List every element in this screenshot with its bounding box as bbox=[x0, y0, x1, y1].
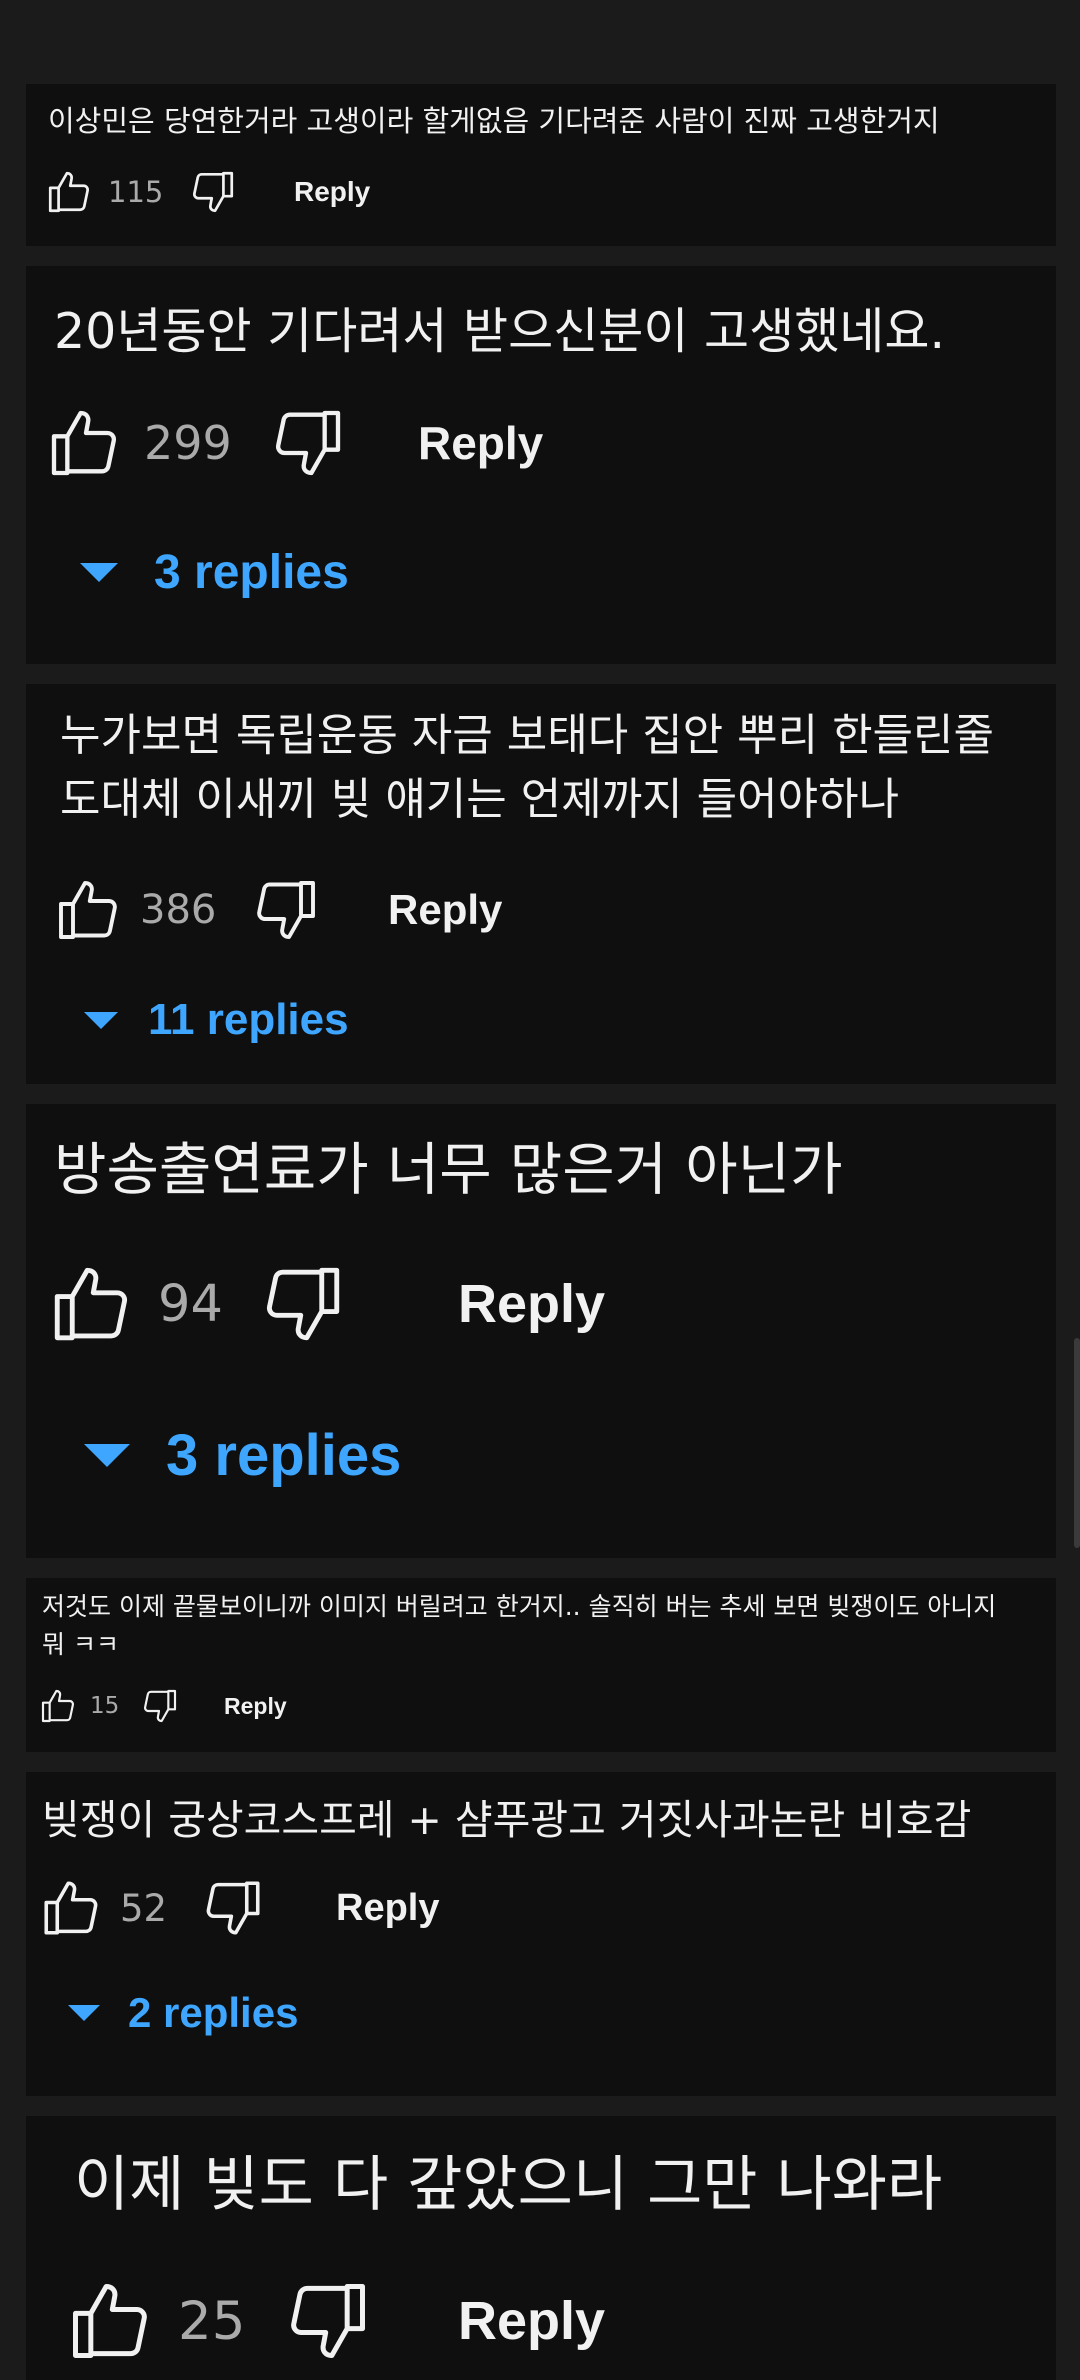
like-count: 25 bbox=[178, 2290, 246, 2352]
view-replies-button[interactable]: 3 replies bbox=[80, 542, 349, 602]
reply-button[interactable]: Reply bbox=[418, 416, 543, 470]
view-replies-button[interactable]: 2 replies bbox=[68, 1988, 298, 2038]
comment-card: 이상민은 당연한거라 고생이라 할게없음 기다려준 사람이 진짜 고생한거지 1… bbox=[26, 84, 1056, 246]
thumbs-up-icon[interactable] bbox=[46, 1259, 136, 1349]
comment-text: 방송출연료가 너무 많은거 아닌가 bbox=[54, 1137, 843, 1203]
comment-text: 20년동안 기다려서 받으신분이 고생했네요. bbox=[54, 303, 946, 360]
thumbs-up-icon[interactable] bbox=[52, 874, 124, 946]
reply-button[interactable]: Reply bbox=[458, 2290, 605, 2352]
thumbs-down-icon[interactable] bbox=[282, 2275, 374, 2367]
caret-down-icon bbox=[84, 1443, 130, 1467]
comment-card: 빚쟁이 궁상코스프레 + 샴푸광고 거짓사과논란 비호감 52 Reply 2 … bbox=[26, 1772, 1056, 2096]
thumbs-up-icon[interactable] bbox=[38, 1875, 104, 1941]
comment-text: 이제 빚도 다 갚았으니 그만 나와라 bbox=[74, 2150, 943, 2220]
reply-button[interactable]: Reply bbox=[388, 886, 502, 934]
reply-button[interactable]: Reply bbox=[224, 1693, 287, 1720]
like-count: 115 bbox=[108, 175, 164, 209]
scrollbar[interactable] bbox=[1074, 1338, 1080, 1548]
replies-count: 11 replies bbox=[148, 995, 349, 1044]
thumbs-down-icon[interactable] bbox=[188, 167, 238, 217]
comment-text: 저것도 이제 끝물보이니까 이미지 버릴려고 한거지.. 솔직히 버는 추세 보… bbox=[42, 1592, 997, 1659]
replies-count: 3 replies bbox=[154, 545, 349, 599]
like-count: 52 bbox=[120, 1886, 168, 1930]
thumbs-down-icon[interactable] bbox=[250, 874, 322, 946]
thumbs-up-icon[interactable] bbox=[44, 167, 94, 217]
like-count: 386 bbox=[140, 887, 217, 933]
comment-text: 누가보면 독립운동 자금 보태다 집안 뿌리 한들린줄 도대체 이새끼 빚 얘기… bbox=[60, 710, 994, 825]
reply-button[interactable]: Reply bbox=[294, 176, 370, 208]
comment-card: 저것도 이제 끝물보이니까 이미지 버릴려고 한거지.. 솔직히 버는 추세 보… bbox=[26, 1578, 1056, 1752]
caret-down-icon bbox=[84, 1011, 118, 1029]
reply-button[interactable]: Reply bbox=[336, 1887, 439, 1930]
thumbs-up-icon[interactable] bbox=[64, 2275, 156, 2367]
replies-count: 3 replies bbox=[166, 1422, 402, 1488]
comment-text: 빚쟁이 궁상코스프레 + 샴푸광고 거짓사과논란 비호감 bbox=[42, 1796, 972, 1844]
thumbs-down-icon[interactable] bbox=[140, 1686, 180, 1726]
caret-down-icon bbox=[68, 2005, 100, 2021]
like-count: 94 bbox=[158, 1274, 223, 1334]
comment-card: 누가보면 독립운동 자금 보태다 집안 뿌리 한들린줄 도대체 이새끼 빚 얘기… bbox=[26, 684, 1056, 1084]
thumbs-down-icon[interactable] bbox=[200, 1875, 266, 1941]
comment-text: 이상민은 당연한거라 고생이라 할게없음 기다려준 사람이 진짜 고생한거지 bbox=[48, 104, 940, 138]
comment-card: 방송출연료가 너무 많은거 아닌가 94 Reply 3 replies bbox=[26, 1104, 1056, 1558]
view-replies-button[interactable]: 11 replies bbox=[84, 994, 349, 1046]
thumbs-up-icon[interactable] bbox=[38, 1686, 78, 1726]
thumbs-down-icon[interactable] bbox=[268, 403, 348, 483]
view-replies-button[interactable]: 3 replies bbox=[84, 1420, 401, 1490]
comment-card: 20년동안 기다려서 받으신분이 고생했네요. 299 Reply 3 repl… bbox=[26, 266, 1056, 664]
comment-card: 이제 빚도 다 갚았으니 그만 나와라 25 Reply bbox=[26, 2116, 1056, 2380]
thumbs-up-icon[interactable] bbox=[44, 403, 124, 483]
like-count: 299 bbox=[144, 416, 232, 470]
reply-button[interactable]: Reply bbox=[458, 1273, 605, 1335]
like-count: 15 bbox=[90, 1693, 120, 1719]
thumbs-down-icon[interactable] bbox=[258, 1259, 348, 1349]
replies-count: 2 replies bbox=[128, 1989, 299, 2036]
caret-down-icon bbox=[80, 562, 118, 582]
